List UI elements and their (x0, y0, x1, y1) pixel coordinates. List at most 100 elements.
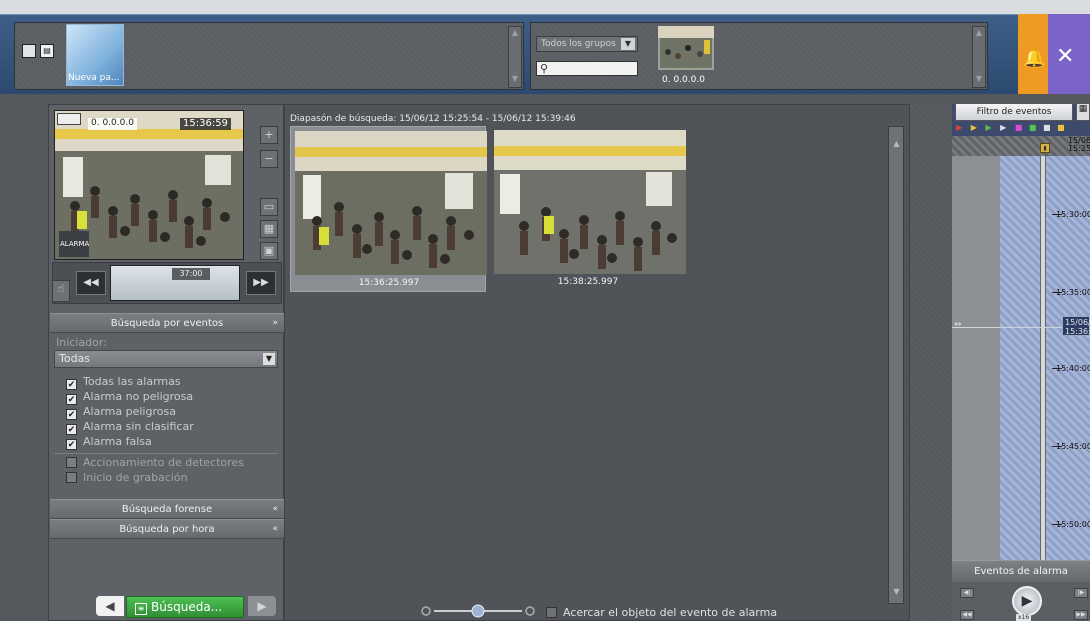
checkbox-icon[interactable]: ✔ (66, 439, 77, 450)
forensic-search-title: Búsqueda forense (121, 504, 213, 515)
checkbox-label: Alarma sin clasificar (83, 420, 194, 433)
camera-thumbnail-label: 0. 0.0.0.0 (662, 75, 705, 85)
cameras-scrollbar[interactable]: ▲ ▼ (972, 26, 986, 88)
rewind-button[interactable]: ◀◀ (960, 610, 974, 620)
scroll-down-icon[interactable]: ▼ (509, 73, 521, 85)
back-button[interactable]: ◀ (96, 596, 124, 616)
forensic-search-header[interactable]: Búsqueda forense « (50, 499, 284, 519)
search-button[interactable]: ≡ Búsqueda... (126, 596, 244, 618)
green-square-icon[interactable]: ■ (1029, 123, 1037, 132)
scroll-up-icon[interactable]: ▲ (509, 27, 521, 39)
camera-search-input[interactable]: ⚲ (536, 61, 638, 76)
checkbox-false-alarm[interactable]: ✔ Alarma falsa (66, 435, 152, 450)
checkbox-icon[interactable]: ✔ (66, 379, 77, 390)
checkbox-label: Alarma peligrosa (83, 405, 176, 418)
zoom-object-checkbox[interactable]: Acercar el objeto del evento de alarma (546, 606, 777, 619)
event-search-title: Búsqueda por eventos (110, 318, 224, 329)
forward-button[interactable]: ▶▶ (246, 271, 276, 295)
checkbox-icon[interactable] (66, 472, 77, 483)
group-select[interactable]: Todos los grupos ▼ (536, 36, 638, 52)
camera-thumbnail[interactable] (658, 26, 714, 70)
white-square-icon[interactable]: ■ (1043, 123, 1051, 132)
red-marker-icon[interactable]: ▶ (956, 123, 962, 132)
checkbox-all-alarms[interactable]: ✔ Todas las alarmas (66, 375, 181, 390)
checkbox-label: Alarma falsa (83, 435, 152, 448)
results-scrollbar[interactable]: ▲ ▼ (888, 126, 904, 604)
scroll-down-icon[interactable]: ▼ (890, 585, 903, 599)
green-marker-icon[interactable]: ▶ (985, 123, 991, 132)
checkbox-label: Alarma no peligrosa (83, 390, 194, 403)
drag-handle-icon[interactable]: ⇔ (954, 320, 962, 330)
next-frame-button[interactable]: |▶ (1074, 588, 1088, 598)
checkbox-icon[interactable]: ✔ (66, 394, 77, 405)
white-marker-icon[interactable]: ▶ (1000, 123, 1006, 132)
yellow-square-icon[interactable]: ■ (1057, 123, 1065, 132)
event-filter-button[interactable]: Filtro de eventos (955, 103, 1073, 121)
camera-preview[interactable] (54, 110, 244, 260)
result-item[interactable]: 15:38:25.997 (490, 126, 686, 292)
playback-speed[interactable]: x16 (1016, 614, 1032, 621)
archive-icon[interactable]: ▦ (260, 220, 278, 238)
timeline-cursor[interactable] (1040, 156, 1046, 560)
checkbox-unclassified[interactable]: ✔ Alarma sin clasificar (66, 420, 194, 435)
play-button[interactable]: ▶ (1012, 586, 1042, 616)
alarms-tab[interactable]: 🔔 (1018, 14, 1048, 94)
time-search-header[interactable]: Búsqueda por hora « (50, 519, 284, 539)
checkbox-non-dangerous[interactable]: ✔ Alarma no peligrosa (66, 390, 193, 405)
grid-view-icon[interactable] (22, 44, 36, 58)
search-form-icon: ≡ (135, 603, 147, 615)
layout-menu-icon[interactable]: ▤ (40, 44, 54, 58)
cameras-panel (530, 22, 988, 90)
checkbox-detectors[interactable]: Accionamiento de detectores (66, 456, 244, 471)
film-icon (57, 113, 81, 125)
yellow-marker-icon[interactable]: ▶ (971, 123, 977, 132)
camera-id-label: 0. 0.0.0.0 (88, 118, 137, 130)
bell-icon: 🔔 (1023, 48, 1046, 69)
prev-frame-button[interactable]: ◀| (960, 588, 974, 598)
chevron-up-icon: « (272, 524, 278, 534)
checkbox-label: Acercar el objeto del evento de alarma (563, 606, 778, 619)
purple-square-icon[interactable]: ■ (1015, 123, 1023, 132)
result-thumbnail[interactable] (494, 130, 686, 274)
result-thumbnail[interactable] (295, 131, 487, 275)
zoom-in-icon[interactable]: + (260, 126, 278, 144)
forward-nav-button[interactable]: ▶ (248, 596, 276, 616)
result-time: 15:38:25.997 (557, 277, 619, 287)
start-time: 15:25:54 (1068, 144, 1090, 153)
checkbox-icon[interactable] (546, 607, 557, 618)
event-search-header[interactable]: Búsqueda por eventos » (50, 313, 284, 333)
time-search-title: Búsqueda por hora (119, 524, 215, 535)
tick-label: 15:40:00 (1056, 364, 1090, 373)
rewind-button[interactable]: ◀◀ (76, 271, 106, 295)
event-type-filters[interactable]: ▶ ▶ ▶ ▶ ■ ■ ■ ■ (956, 123, 1090, 133)
zoom-out-icon[interactable]: − (260, 150, 278, 168)
scrubber-time: 37:00 (172, 268, 210, 280)
scroll-up-icon[interactable]: ▲ (973, 27, 985, 39)
checkbox-icon[interactable] (66, 457, 77, 468)
scroll-down-icon[interactable]: ▼ (973, 73, 985, 85)
title-strip (0, 0, 1090, 14)
checkbox-dangerous[interactable]: ✔ Alarma peligrosa (66, 405, 176, 420)
layouts-scrollbar[interactable]: ▲ ▼ (508, 26, 522, 88)
settings-tab[interactable]: ✕ (1048, 14, 1090, 94)
alarm-events-header[interactable]: Eventos de alarma (952, 560, 1090, 582)
group-select-value: Todos los grupos (541, 39, 616, 49)
checkbox-icon[interactable]: ✔ (66, 424, 77, 435)
current-time-label: 15/06/1 15:36:5 (1062, 316, 1090, 336)
export-icon[interactable]: ▣ (260, 242, 278, 260)
calendar-icon[interactable]: ▦ (1076, 103, 1090, 121)
zoom-slider[interactable] (418, 603, 538, 619)
checkbox-icon[interactable]: ✔ (66, 409, 77, 420)
alarm-button-label[interactable]: ALARMA (60, 240, 89, 248)
arrow-right-icon: ▶ (257, 599, 267, 613)
start-flag-icon: ▮ (1040, 143, 1050, 153)
fast-forward-button[interactable]: ▶▶ (1074, 610, 1088, 620)
initiator-select[interactable]: Todas ▼ (54, 350, 278, 368)
checkbox-recording-start[interactable]: Inicio de grabación (66, 471, 188, 486)
scroll-up-icon[interactable]: ▲ (890, 137, 903, 151)
hand-icon[interactable]: ☝ (52, 280, 70, 302)
divider (54, 453, 278, 454)
monitor-icon[interactable]: ▭ (260, 198, 278, 216)
result-item[interactable]: 15:36:25.997 (290, 126, 487, 292)
chevron-down-icon: ▼ (621, 38, 635, 50)
